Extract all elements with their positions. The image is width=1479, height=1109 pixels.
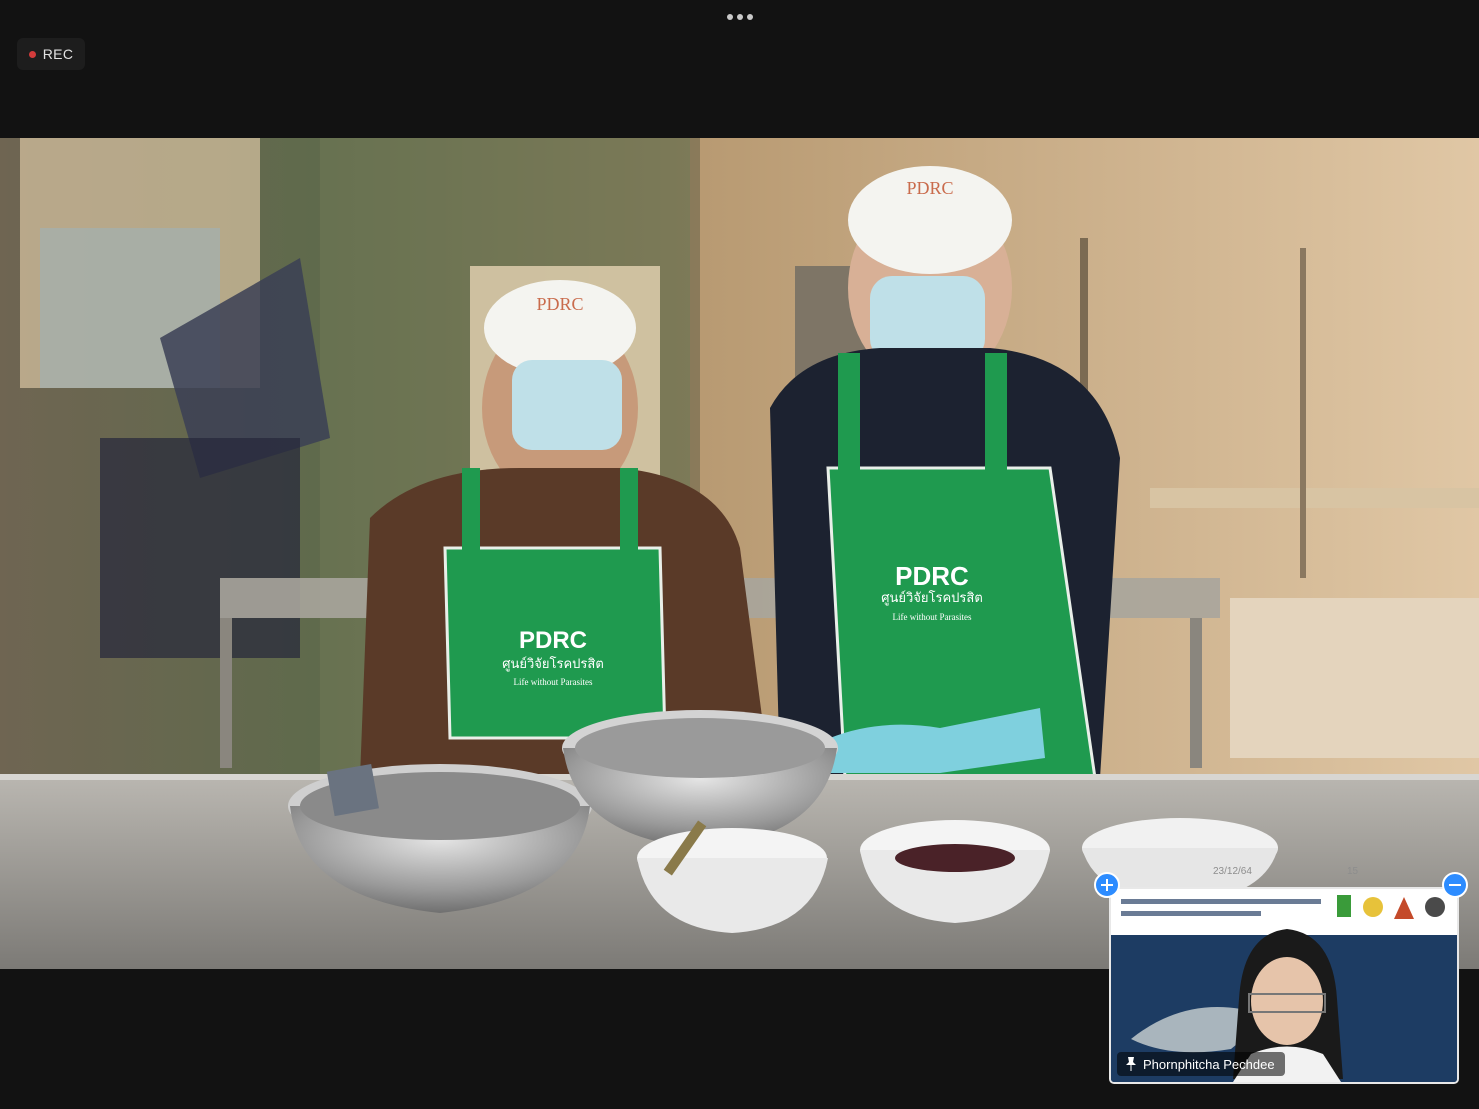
participant-name-tag: Phornphitcha Pechdee <box>1117 1052 1285 1076</box>
apron-right-logo: PDRC <box>895 561 969 591</box>
overlay-number: 15 <box>1347 866 1359 877</box>
cap-left-label: PDRC <box>536 294 583 314</box>
more-options-icon[interactable] <box>718 8 762 26</box>
apron-left-tagline: Life without Parasites <box>514 677 593 687</box>
participant-name: Phornphitcha Pechdee <box>1143 1056 1275 1072</box>
cap-right-label: PDRC <box>906 178 953 198</box>
meeting-window: REC PDRC ศูนย์วิจัยโรคปรสิต Life without… <box>0 0 1479 1109</box>
plus-icon <box>1101 879 1113 891</box>
overlay-date: 23/12/64 <box>1213 866 1252 877</box>
add-participant-button[interactable] <box>1094 872 1120 898</box>
minimize-thumbnail-button[interactable] <box>1442 872 1468 898</box>
recording-badge: REC <box>17 38 85 70</box>
recording-dot-icon <box>28 50 36 58</box>
participant-thumbnail[interactable]: Phornphitcha Pechdee <box>1109 887 1459 1084</box>
video-frame-illustration: PDRC ศูนย์วิจัยโรคปรสิต Life without Par… <box>0 138 1479 969</box>
recording-label: REC <box>42 46 74 62</box>
apron-left-logo: PDRC <box>519 627 587 654</box>
apron-left-thai: ศูนย์วิจัยโรคปรสิต <box>502 656 604 672</box>
apron-right-thai: ศูนย์วิจัยโรคปรสิต <box>881 590 983 606</box>
apron-right-tagline: Life without Parasites <box>893 612 972 622</box>
main-video-feed[interactable]: PDRC ศูนย์วิจัยโรคปรสิต Life without Par… <box>0 138 1479 969</box>
pin-icon <box>1126 1057 1136 1071</box>
minus-icon <box>1449 884 1461 886</box>
